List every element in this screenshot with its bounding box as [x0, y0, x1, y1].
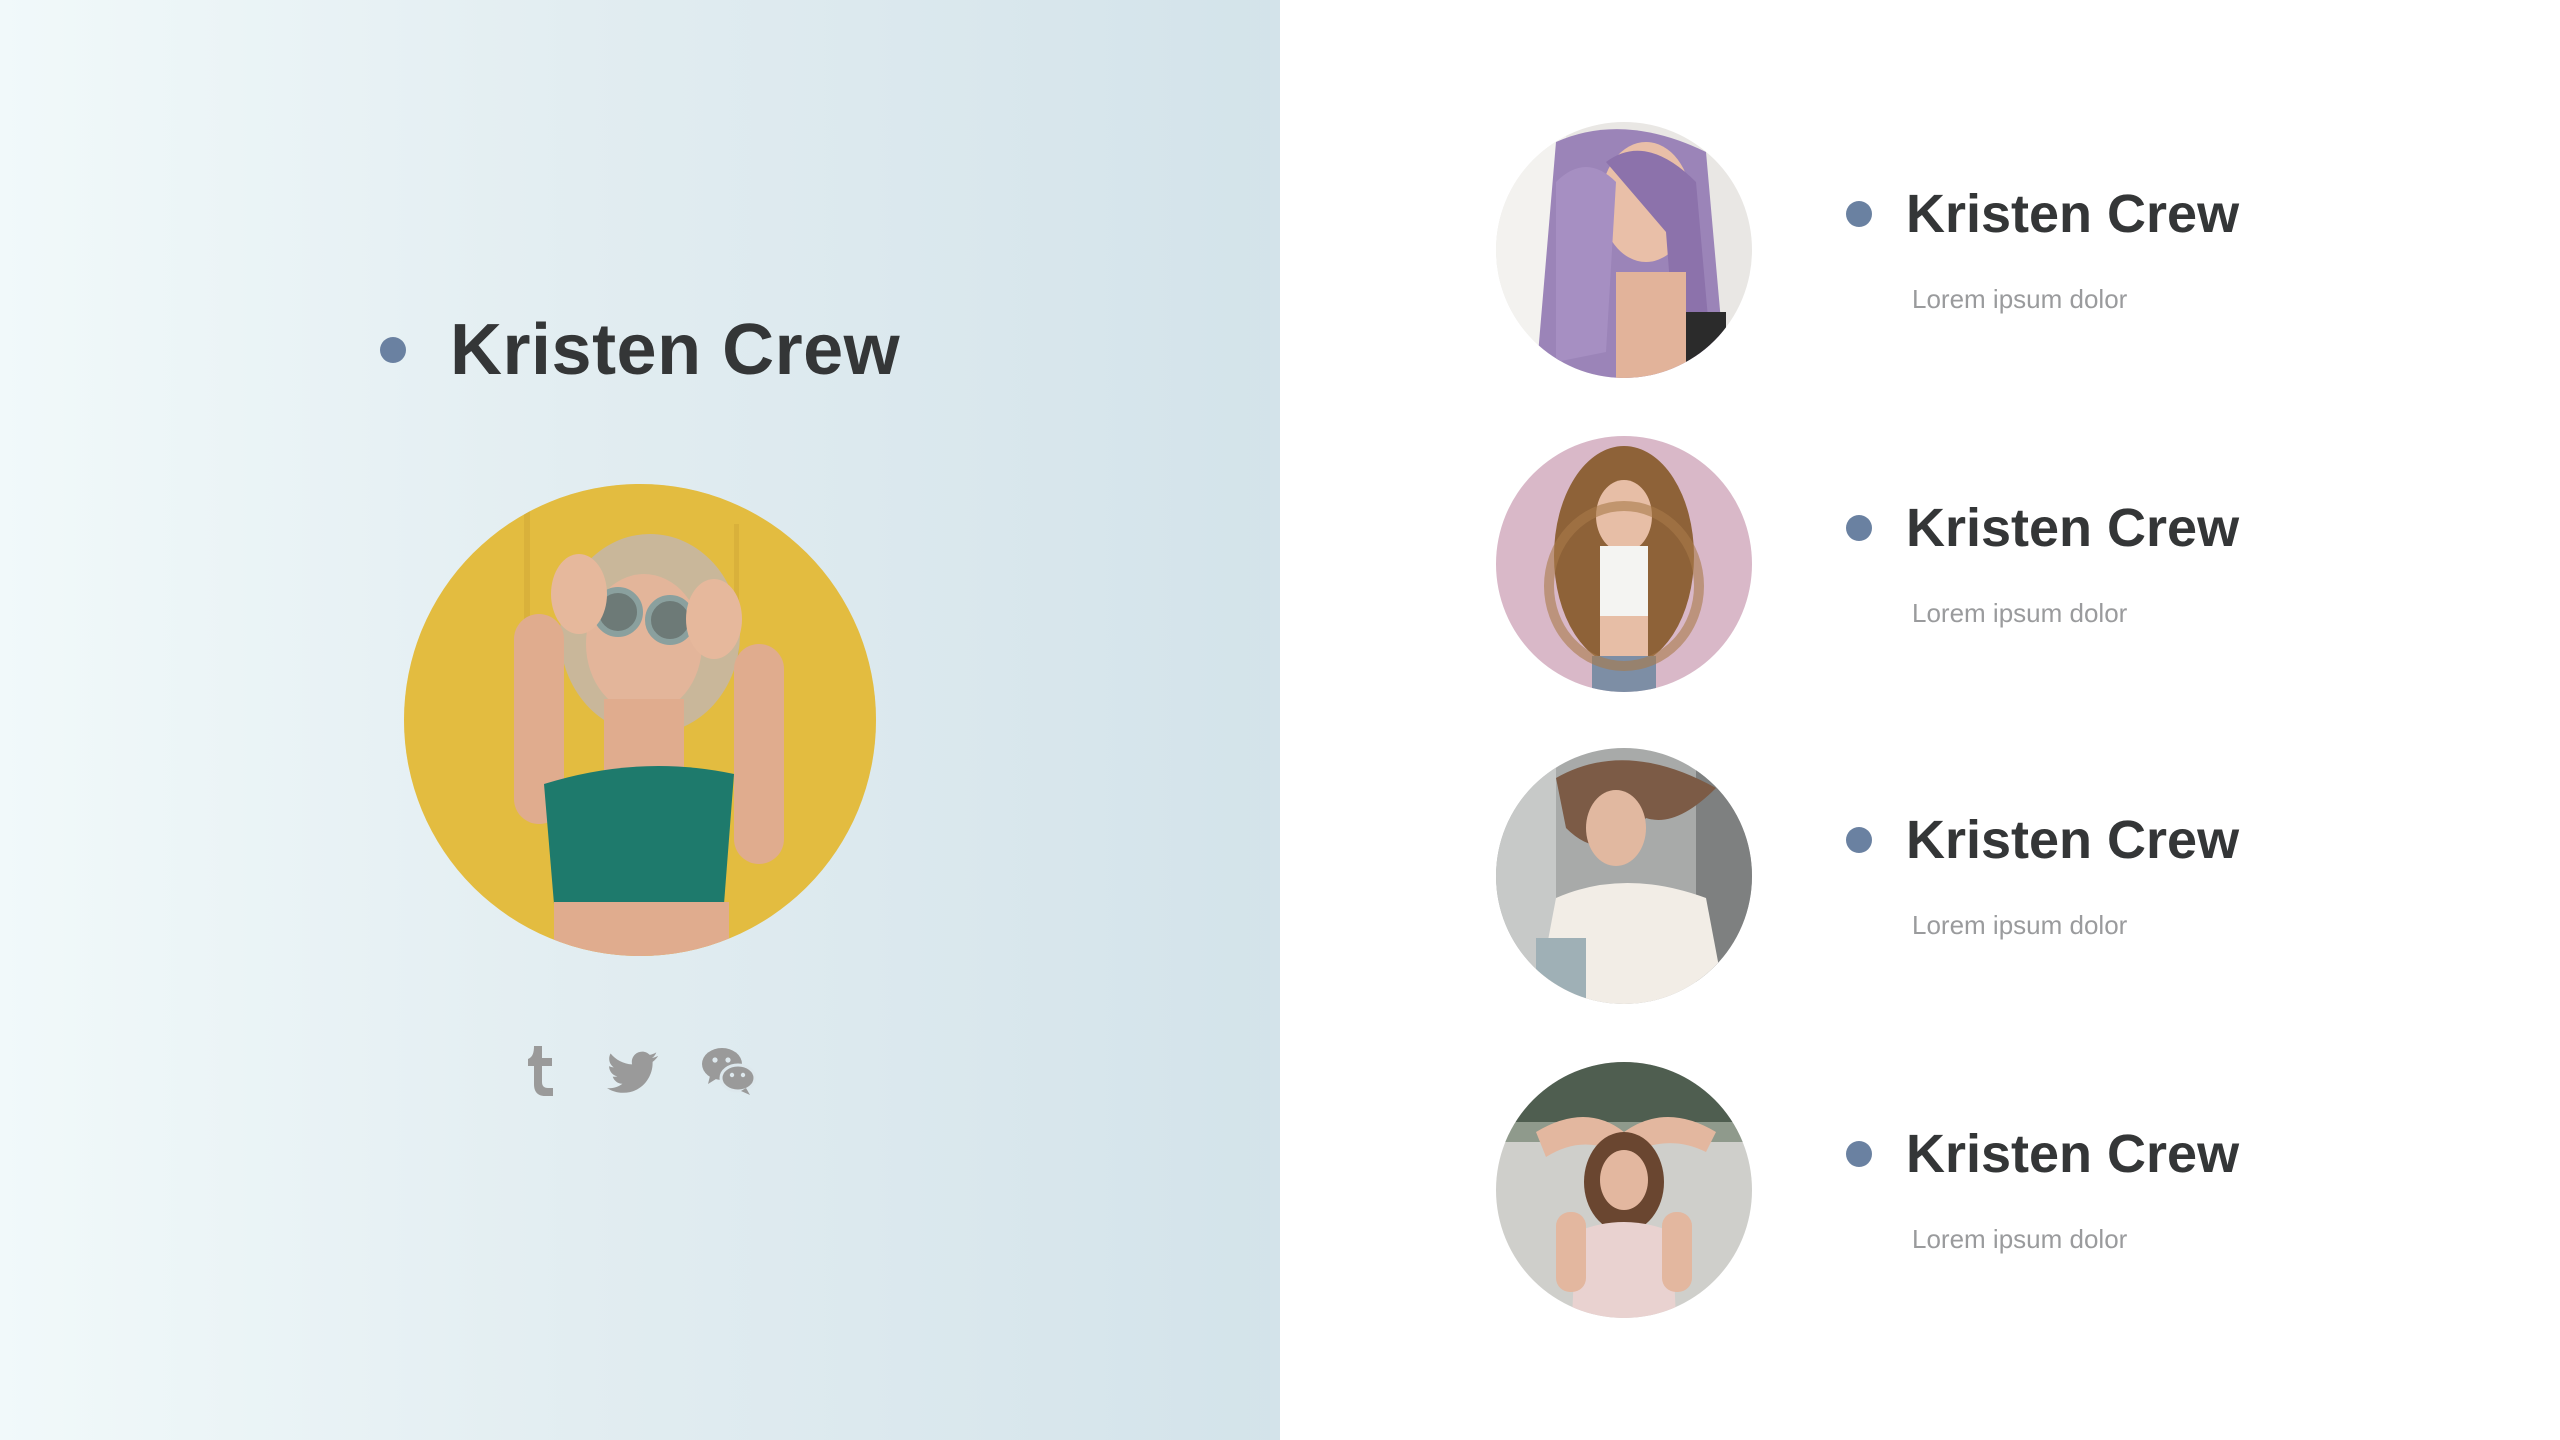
member-photo — [1496, 1062, 1752, 1318]
twitter-icon[interactable] — [604, 1040, 664, 1100]
member-photo — [1496, 122, 1752, 378]
bullet-dot — [1846, 1141, 1872, 1167]
member-description: Lorem ipsum dolor — [1912, 910, 2128, 940]
bullet-dot — [1846, 515, 1872, 541]
member-name-row: Kristen Crew — [1846, 1114, 2239, 1194]
bullet-dot — [1846, 827, 1872, 853]
wechat-icon[interactable] — [698, 1040, 758, 1100]
team-slide: Kristen Crew Kristen Crew Lorem ipsum do… — [0, 0, 2560, 1440]
member-item: Kristen Crew Lorem ipsum dolor — [1496, 122, 2396, 378]
member-photo — [1496, 748, 1752, 1004]
member-name: Kristen Crew — [1906, 184, 2240, 244]
member-photo — [1496, 436, 1752, 692]
member-item: Kristen Crew Lorem ipsum dolor — [1496, 1062, 2396, 1318]
featured-panel: Kristen Crew — [0, 0, 1280, 1440]
bullet-dot — [380, 337, 406, 363]
member-description: Lorem ipsum dolor — [1912, 598, 2128, 628]
member-name: Kristen Crew — [1906, 498, 2240, 558]
featured-photo — [404, 484, 876, 956]
featured-name: Kristen Crew — [450, 310, 901, 390]
member-name: Kristen Crew — [1906, 810, 2240, 870]
social-links — [510, 1040, 758, 1100]
member-name-row: Kristen Crew — [1846, 174, 2239, 254]
bullet-dot — [1846, 201, 1872, 227]
member-item: Kristen Crew Lorem ipsum dolor — [1496, 748, 2396, 1004]
tumblr-icon[interactable] — [510, 1040, 570, 1100]
member-name-row: Kristen Crew — [1846, 488, 2239, 568]
member-description: Lorem ipsum dolor — [1912, 284, 2128, 314]
member-description: Lorem ipsum dolor — [1912, 1224, 2128, 1254]
member-name: Kristen Crew — [1906, 1124, 2240, 1184]
featured-title: Kristen Crew — [380, 300, 900, 400]
member-name-row: Kristen Crew — [1846, 800, 2239, 880]
member-item: Kristen Crew Lorem ipsum dolor — [1496, 436, 2396, 692]
